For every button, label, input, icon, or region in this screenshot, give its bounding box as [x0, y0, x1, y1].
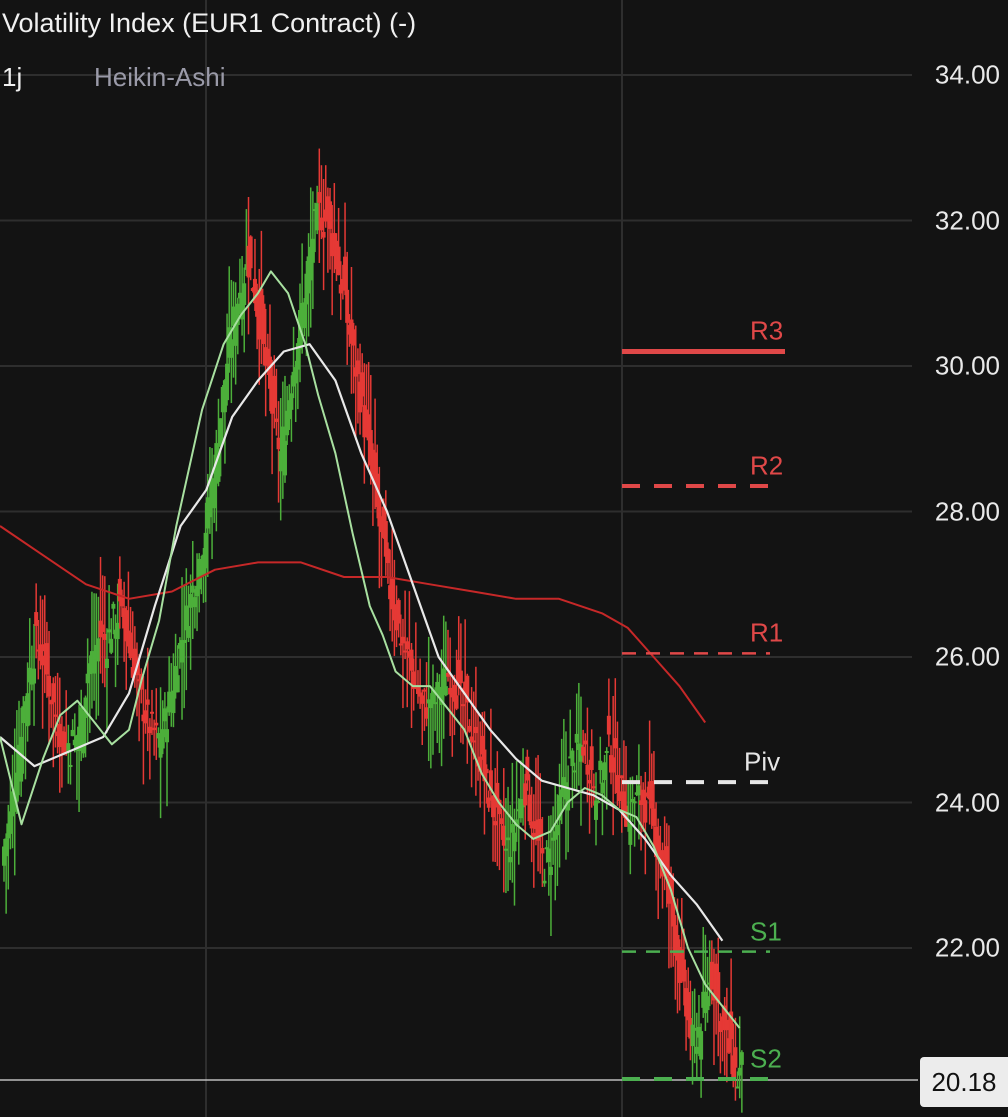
y-tick-label: 22.00 [934, 932, 1000, 963]
candle-body [596, 800, 601, 803]
y-tick-label: 28.00 [934, 496, 1000, 526]
candle-body [109, 638, 114, 653]
pivot-label-piv: Piv [744, 746, 781, 777]
candle-body [542, 880, 547, 884]
price-chart[interactable] [0, 0, 1008, 1117]
candle-body [632, 801, 637, 804]
y-tick-label: 26.00 [934, 641, 1000, 672]
pivot-label-r2: R2 [750, 450, 784, 481]
candle-body [540, 848, 545, 854]
candle-body [111, 603, 116, 609]
candle-body [699, 1031, 704, 1060]
candle-body [282, 440, 287, 476]
pivot-label-s1: S1 [750, 916, 782, 947]
pivot-label-r3: R3 [750, 315, 784, 346]
heikin-ashi-candles [2, 148, 744, 1113]
candle-body [32, 668, 37, 684]
candle-body [47, 675, 52, 697]
candle-body [68, 765, 73, 768]
candle-body [458, 670, 463, 684]
candle-body [589, 746, 594, 771]
candle-body [484, 768, 489, 774]
candle-body [594, 800, 598, 820]
candle-body [643, 800, 648, 823]
ma-long-line [0, 525, 707, 724]
y-tick-label: 30.00 [934, 350, 1000, 381]
chart-type-label[interactable]: Heikin-Ashi [94, 62, 226, 93]
candle-body [145, 699, 150, 705]
candle-body [566, 788, 571, 811]
candle-body [242, 283, 247, 306]
candle-body [154, 722, 159, 726]
candle-body [150, 711, 154, 714]
y-tick-label: 32.00 [934, 205, 1000, 235]
chart-title: Volatility Index (EUR1 Contract) (-) [2, 8, 417, 38]
candle-body [548, 866, 553, 875]
candle-body [248, 236, 253, 269]
y-tick-label: 24.00 [934, 787, 1000, 817]
candle-body [739, 1052, 744, 1065]
pivot-label-r1: R1 [750, 617, 784, 648]
candle-body [606, 715, 611, 735]
candle-body [175, 675, 180, 693]
candle-body [321, 231, 326, 238]
pivot-label-s2: S2 [750, 1043, 782, 1074]
y-tick-label: 34.00 [934, 59, 1000, 90]
candle-body [165, 729, 170, 743]
chart-grid [0, 0, 918, 1117]
interval-selector[interactable]: 1j [2, 62, 22, 93]
candle-body [454, 695, 459, 709]
candle-body [628, 823, 633, 845]
candle-body [604, 751, 609, 754]
candle-body [104, 658, 109, 669]
last-price-badge: 20.18 [920, 1057, 1008, 1107]
candle-body [443, 686, 448, 696]
candle-body [733, 1047, 738, 1068]
